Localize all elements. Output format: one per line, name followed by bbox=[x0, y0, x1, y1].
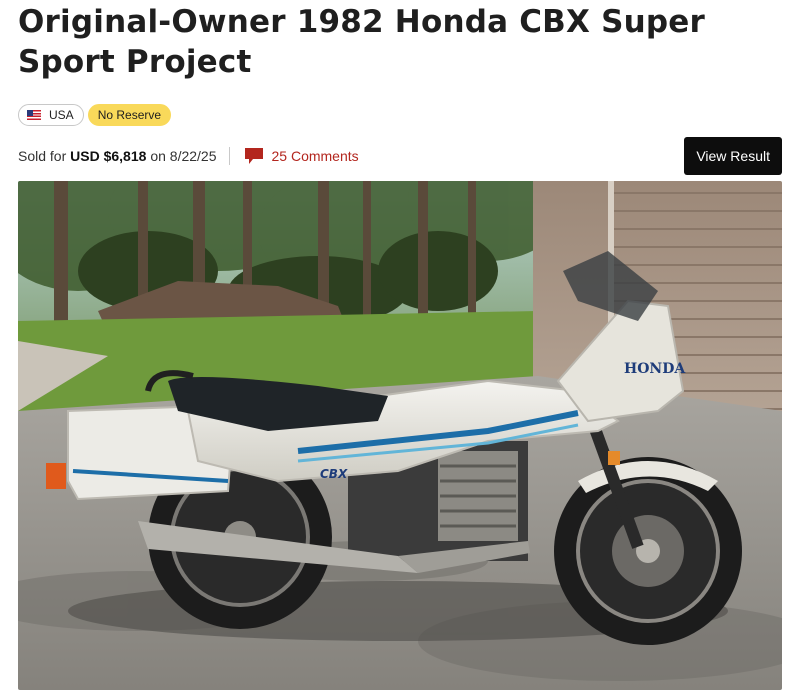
divider bbox=[228, 147, 230, 165]
sold-summary: Sold for USD $6,818 on 8/22/25 bbox=[18, 148, 217, 164]
country-tag[interactable]: USA bbox=[18, 104, 84, 126]
tank-brand-text: HONDA bbox=[624, 361, 686, 377]
sold-price: USD $6,818 bbox=[70, 148, 147, 164]
sold-prefix: Sold for bbox=[18, 148, 67, 164]
comments-link[interactable]: 25 Comments bbox=[244, 147, 359, 165]
sold-date: 8/22/25 bbox=[169, 148, 217, 164]
date-prefix: on bbox=[150, 148, 166, 164]
listing-tags: USA No Reserve bbox=[18, 104, 172, 126]
view-result-button[interactable]: View Result bbox=[684, 137, 782, 175]
motorcycle-photo-illustration: HONDA CBX bbox=[18, 181, 782, 690]
listing-title: Original-Owner 1982 Honda CBX Super Spor… bbox=[18, 4, 705, 80]
cbx-badge-text: CBX bbox=[320, 467, 348, 481]
country-label: USA bbox=[49, 108, 74, 122]
comments-label: 25 Comments bbox=[271, 148, 359, 164]
listing-main-photo[interactable]: HONDA CBX bbox=[18, 181, 782, 690]
us-flag-icon bbox=[27, 110, 41, 120]
no-reserve-badge[interactable]: No Reserve bbox=[87, 104, 172, 126]
result-row: Sold for USD $6,818 on 8/22/25 25 Commen… bbox=[18, 137, 782, 175]
auction-listing-page: Original-Owner 1982 Honda CBX Super Spor… bbox=[0, 0, 800, 700]
comment-bubble-icon bbox=[244, 148, 263, 164]
